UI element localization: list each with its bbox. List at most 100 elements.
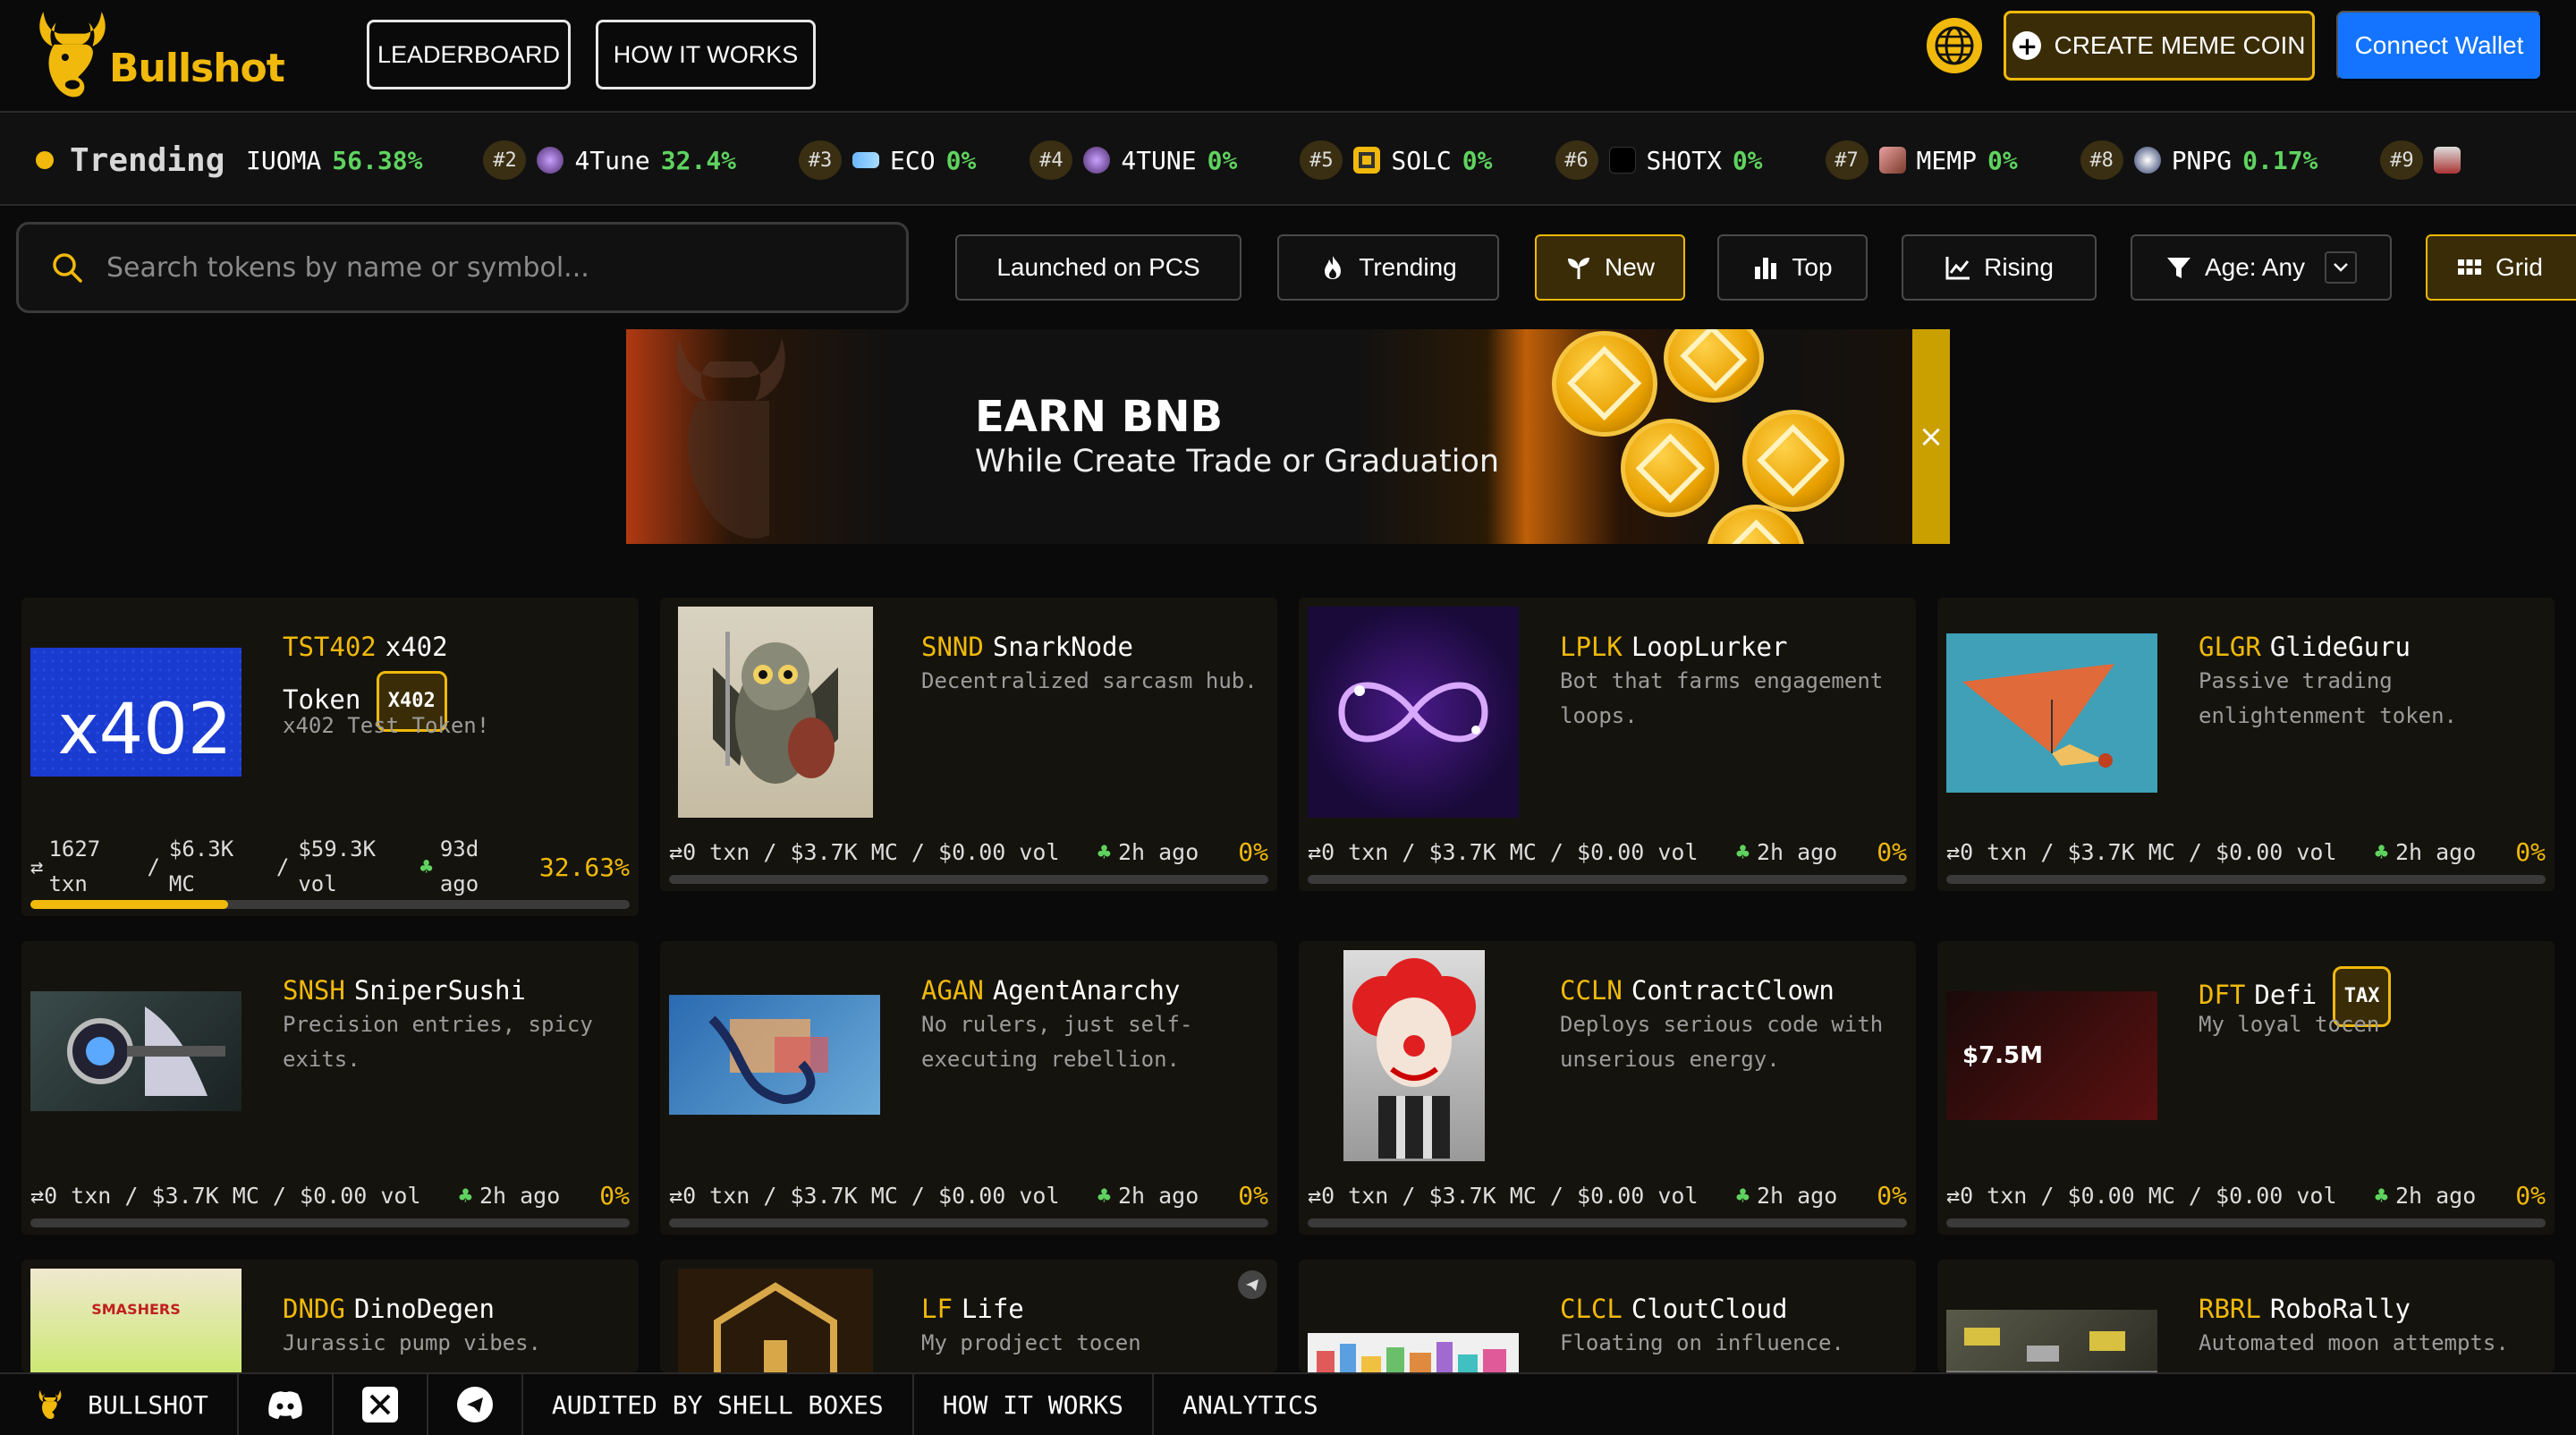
trending-item[interactable]: #2 4Tune 32.4% <box>483 140 736 180</box>
stat-mc: $6.3K MC <box>169 832 267 902</box>
filter-top[interactable]: Top <box>1717 234 1868 301</box>
trending-item[interactable]: #8 PNPG 0.17% <box>2080 140 2318 180</box>
sprout-icon <box>1567 258 1589 279</box>
bonding-progress-bar <box>1946 1218 2546 1227</box>
trending-pct: 0% <box>1987 145 2018 175</box>
banner-close-button[interactable]: × <box>1912 329 1950 544</box>
telegram-link[interactable] <box>428 1373 523 1435</box>
token-logo-icon <box>1353 147 1381 174</box>
trending-item[interactable]: #3 ECO 0% <box>799 140 976 180</box>
token-progress-pct: 0% <box>599 1181 630 1210</box>
nav-how-it-works[interactable]: HOW IT WORKS <box>596 20 816 89</box>
footer-how-it-works-link[interactable]: HOW IT WORKS <box>914 1373 1155 1435</box>
token-progress-pct: 0% <box>1877 1181 1907 1210</box>
token-progress-pct: 0% <box>1238 1181 1268 1210</box>
token-symbol: CCLN <box>1560 975 1623 1006</box>
token-card[interactable]: x402 TST402 x402 Token X402 x402 Test Tok… <box>21 598 639 916</box>
search-input[interactable] <box>106 251 840 284</box>
token-card[interactable]: SMASHERS DNDG DinoDegen Jurassic pump vib… <box>21 1260 639 1372</box>
token-card[interactable]: L LF Life My prodject tocen <box>660 1260 1277 1372</box>
create-meme-coin-button[interactable]: + CREATE MEME COIN <box>2004 11 2315 81</box>
token-image <box>669 995 880 1115</box>
swap-icon: ⇄ <box>669 839 683 865</box>
token-stats: ⇄ 0 txn / $0.00 MC / $0.00 vol ♣ 2h ago 0% <box>1946 1181 2546 1210</box>
trending-symbol: MEMP <box>1916 145 1977 175</box>
token-card[interactable]: RBRL RoboRally Automated moon attempts. <box>1937 1260 2555 1372</box>
stat-separator: / <box>275 853 290 879</box>
token-stats: ⇄ 0 txn / $3.7K MC / $0.00 vol ♣ 2h ago 0% <box>1946 837 2546 867</box>
filter-rising[interactable]: Rising <box>1902 234 2097 301</box>
token-card[interactable]: LPLK LoopLurker Bot that farms engagement… <box>1299 598 1916 891</box>
stat-summary: 0 txn / $3.7K MC / $0.00 vol <box>682 839 1060 865</box>
promo-banner[interactable]: EARN BNB While Create Trade or Graduatio… <box>626 329 1950 544</box>
footer-brand[interactable]: BULLSHOT <box>0 1373 239 1435</box>
token-logo-icon <box>852 152 880 168</box>
trending-pct: 32.4% <box>660 145 737 175</box>
trending-item[interactable]: #4 4TUNE 0% <box>1030 140 1237 180</box>
stat-age: 2h ago <box>1117 1183 1199 1209</box>
token-card[interactable]: $7.5M DFT Defi TAX My loyal tocen ⇄ 0 txn … <box>1937 941 2555 1235</box>
token-card[interactable]: GLGR GlideGuru Passive trading enlightenm… <box>1937 598 2555 891</box>
bull-logo-icon <box>38 1389 62 1420</box>
stat-separator: / <box>147 853 160 879</box>
globe-icon[interactable] <box>1927 18 1982 73</box>
telegram-icon[interactable] <box>1238 1270 1267 1299</box>
stat-txn: 1627 txn <box>48 832 138 902</box>
stat-age: 2h ago <box>1756 839 1838 865</box>
bnb-coin-mark <box>1680 329 1748 392</box>
brand-name: Bullshot <box>109 45 285 91</box>
brand-logo[interactable]: Bullshot <box>27 2 285 107</box>
stat-age: 2h ago <box>1756 1183 1838 1209</box>
bnb-coin-mark <box>1566 345 1642 421</box>
bonding-progress-bar <box>30 900 630 909</box>
connect-wallet-button[interactable]: Connect Wallet <box>2336 11 2542 81</box>
token-progress-pct: 0% <box>2515 837 2546 867</box>
token-logo-icon <box>1608 147 1636 174</box>
token-symbol: LF <box>921 1294 953 1324</box>
trending-item[interactable]: #9 <box>2380 140 2462 180</box>
filter-rising-label: Rising <box>1984 253 2054 281</box>
token-card[interactable]: CCLN ContractClown Deploys serious code w… <box>1299 941 1916 1235</box>
trending-item[interactable]: #5 SOLC 0% <box>1300 140 1493 180</box>
bnb-coin-icon <box>1742 410 1844 512</box>
trending-item[interactable]: #7 MEMP 0% <box>1825 140 2018 180</box>
token-name: AgentAnarchy <box>992 975 1181 1006</box>
bonding-progress-bar <box>669 875 1268 884</box>
token-image-text: SMASHERS <box>91 1300 181 1318</box>
trending-symbol: SOLC <box>1391 145 1452 175</box>
filter-age-dropdown[interactable]: Age: Any <box>2131 234 2392 301</box>
nav-leaderboard[interactable]: LEADERBOARD <box>367 20 571 89</box>
x-twitter-link[interactable] <box>334 1373 428 1435</box>
sprout-icon: ♣ <box>419 853 433 879</box>
footer-audited-link[interactable]: AUDITED BY SHELL BOXES <box>523 1373 914 1435</box>
filter-launched-on-pcs[interactable]: Launched on PCS <box>955 234 1241 301</box>
token-image: x402 <box>30 648 242 777</box>
token-image: SMASHERS <box>30 1269 242 1372</box>
discord-link[interactable] <box>239 1373 334 1435</box>
search-box[interactable] <box>16 222 909 313</box>
token-name: LoopLurker <box>1631 632 1788 662</box>
token-card[interactable]: SNND SnarkNode Decentralized sarcasm hub.… <box>660 598 1277 891</box>
view-grid-toggle[interactable]: Grid <box>2426 234 2576 301</box>
filter-top-label: Top <box>1792 253 1833 281</box>
trending-rank: #9 <box>2380 140 2424 180</box>
footer-analytics-link[interactable]: ANALYTICS <box>1154 1373 1347 1435</box>
token-name: Life <box>961 1294 1024 1324</box>
token-description: x402 Test Token! <box>283 713 490 738</box>
trending-item[interactable]: IUOMA 56.38% <box>246 146 422 175</box>
token-image-text: $7.5M <box>1962 1042 2044 1069</box>
filter-trending[interactable]: Trending <box>1277 234 1499 301</box>
token-card[interactable]: SNSH SniperSushi Precision entries, spicy… <box>21 941 639 1235</box>
trending-item[interactable]: #6 SHOTX 0% <box>1555 140 1763 180</box>
line-chart-icon <box>1945 257 1970 280</box>
stat-txn-value: 1627 <box>48 836 101 862</box>
banner-subtitle: While Create Trade or Graduation <box>975 444 1500 480</box>
token-card[interactable]: AGAN AgentAnarchy No rulers, just self-ex… <box>660 941 1277 1235</box>
globe-svg <box>1935 26 1974 65</box>
token-card[interactable]: CLCL CloutCloud Floating on influence. <box>1299 1260 1916 1372</box>
filter-new[interactable]: New <box>1535 234 1685 301</box>
trending-pct: 0% <box>1732 145 1763 175</box>
trending-symbol: ECO <box>890 145 936 175</box>
swap-icon: ⇄ <box>1946 1183 1961 1209</box>
bnb-coin-mark <box>1635 433 1705 503</box>
